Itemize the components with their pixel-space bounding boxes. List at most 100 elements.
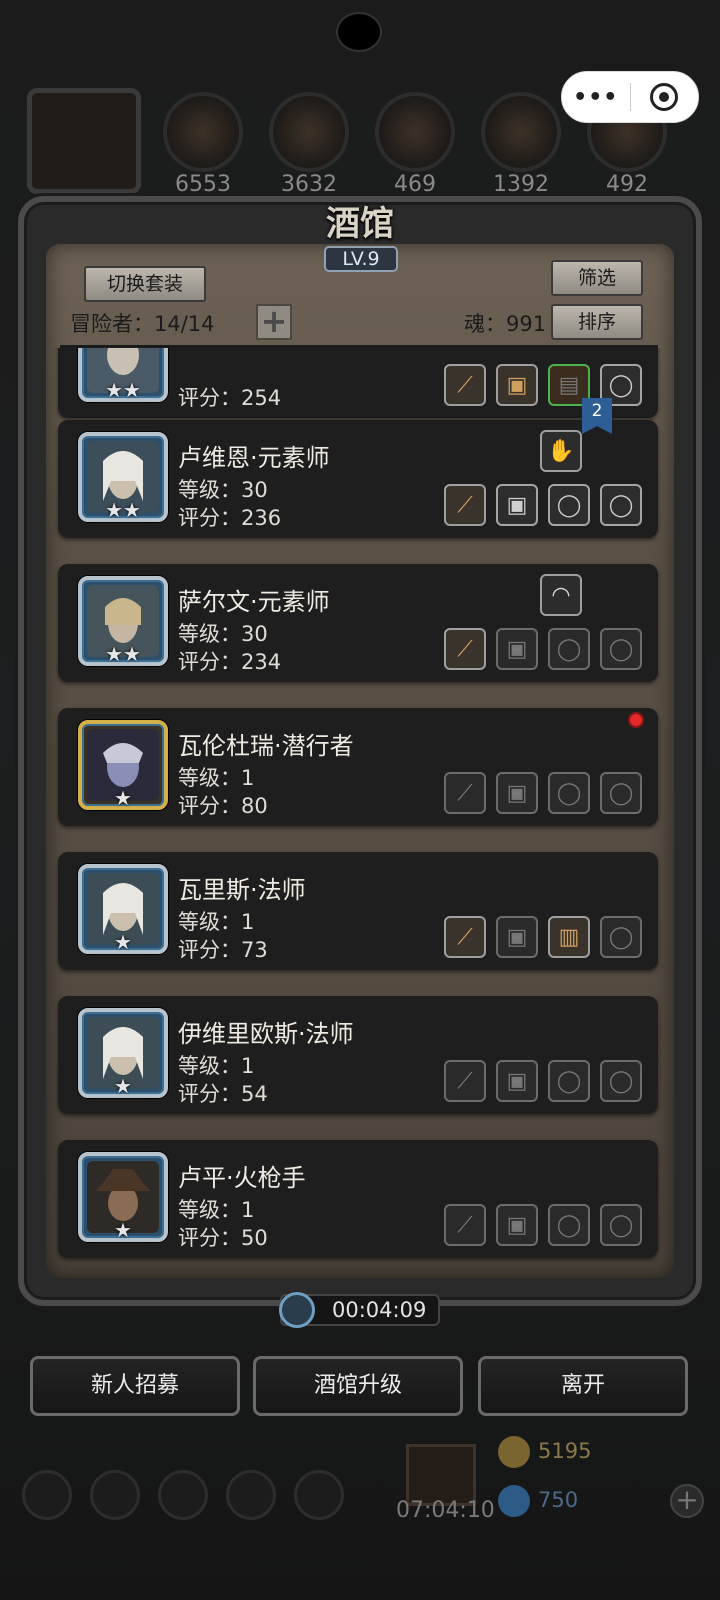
hero-level: 等级：1 xyxy=(178,766,255,790)
hero-portrait: ★ xyxy=(78,864,168,954)
hero-portrait: ★ xyxy=(78,1008,168,1098)
adventurer-count: 冒险者：14/14 xyxy=(70,312,215,336)
armor-icon[interactable]: ▣ xyxy=(496,364,538,406)
hero-name: 伊维里欧斯·法师 xyxy=(178,1020,354,1048)
empty-ring-slot[interactable]: ◯ xyxy=(600,916,642,958)
ring-icon[interactable]: ◯ xyxy=(600,484,642,526)
iron-resource-icon xyxy=(375,92,455,172)
equipment-slots: ⟋ ▣ ◯ ◯ xyxy=(444,772,642,814)
chest-icon[interactable]: ▥ xyxy=(548,916,590,958)
equipment-slots: ⟋ ▣ ◯ ◯ xyxy=(444,1060,642,1102)
anvil-count: 492 xyxy=(606,172,648,197)
armor-icon[interactable]: ▣ xyxy=(496,484,538,526)
miniprogram-capsule: ••• xyxy=(561,71,699,123)
sort-button[interactable]: 排序 xyxy=(551,304,643,340)
empty-ring-slot[interactable]: ◯ xyxy=(548,1204,590,1246)
mail-icon[interactable] xyxy=(226,1470,276,1520)
close-miniprogram-button[interactable] xyxy=(631,83,699,111)
hero-card[interactable]: ★ 瓦伦杜瑞·潜行者 等级：1 评分：80 ⟋ ▣ ◯ ◯ xyxy=(58,708,658,826)
empty-armor-slot[interactable]: ▣ xyxy=(496,1060,538,1102)
tavern-level-badge: LV.9 xyxy=(324,246,398,272)
equipment-slots: ⟋ ▣ ◯ ◯ xyxy=(444,628,642,670)
add-currency-button[interactable]: + xyxy=(670,1484,704,1518)
hood-icon[interactable]: ◠ xyxy=(540,574,582,616)
meat-resource-icon xyxy=(163,92,243,172)
empty-ring-slot[interactable]: ◯ xyxy=(600,1060,642,1102)
hero-level: 等级：30 xyxy=(178,622,268,646)
hero-card[interactable]: ★ 伊维里欧斯·法师 等级：1 评分：54 ⟋ ▣ ◯ ◯ xyxy=(58,996,658,1114)
gold-amount: 5195 xyxy=(538,1439,592,1463)
empty-ring-slot[interactable]: ◯ xyxy=(600,772,642,814)
empty-weapon-slot[interactable]: ⟋ xyxy=(444,1204,486,1246)
hero-level: 等级：30 xyxy=(178,478,268,502)
crystal-resource-icon xyxy=(481,92,561,172)
hero-name: 瓦伦杜瑞·潜行者 xyxy=(178,732,354,760)
hero-card[interactable]: ★★ 卢维恩·元素师 等级：30 评分：236 ✋ ⟋ ▣ ◯ ◯ xyxy=(58,420,658,538)
empty-ring-slot[interactable]: ◯ xyxy=(600,628,642,670)
gold-balance: 5195 xyxy=(498,1436,591,1468)
leave-button[interactable]: 离开 xyxy=(478,1356,688,1416)
staff-icon[interactable]: ⟋ xyxy=(444,364,486,406)
hero-level: 等级：1 xyxy=(178,910,255,934)
hero-name: 卢平·火枪手 xyxy=(178,1164,306,1192)
hero-card[interactable]: ★★ 评分：254 ⟋ ▣ ▤ ◯ xyxy=(58,348,658,418)
add-adventurer-button[interactable]: + xyxy=(256,304,292,340)
empty-weapon-slot[interactable]: ⟋ xyxy=(444,1060,486,1102)
switch-set-button[interactable]: 切换套装 xyxy=(84,266,206,302)
hero-portrait: ★★ xyxy=(78,432,168,522)
empty-ring-slot[interactable]: ◯ xyxy=(600,1204,642,1246)
tower-icon[interactable] xyxy=(158,1470,208,1520)
hero-level: 等级：1 xyxy=(178,1054,255,1078)
equipment-slots: ⟋ ▣ ◯ ◯ xyxy=(444,484,642,526)
ring-icon[interactable]: ◯ xyxy=(548,484,590,526)
staff-icon[interactable]: ⟋ xyxy=(444,484,486,526)
guild-icon[interactable] xyxy=(90,1470,140,1520)
target-icon xyxy=(650,83,679,111)
more-menu-button[interactable]: ••• xyxy=(562,85,630,110)
gift-icon[interactable] xyxy=(406,1444,476,1506)
empty-armor-slot[interactable]: ▣ xyxy=(496,628,538,670)
empty-ring-slot[interactable]: ◯ xyxy=(548,1060,590,1102)
hero-score: 评分：50 xyxy=(178,1226,268,1250)
empty-armor-slot[interactable]: ▣ xyxy=(496,772,538,814)
empty-ring-slot[interactable]: ◯ xyxy=(548,772,590,814)
hero-card[interactable]: ★ 瓦里斯·法师 等级：1 评分：73 ⟋ ▣ ▥ ◯ xyxy=(58,852,658,970)
recruit-button[interactable]: 新人招募 xyxy=(30,1356,240,1416)
empty-armor-slot[interactable]: ▣ xyxy=(496,916,538,958)
hero-name: 瓦里斯·法师 xyxy=(178,876,306,904)
hero-name: 卢维恩·元素师 xyxy=(178,444,330,472)
star-rating: ★★ xyxy=(105,642,141,666)
hero-level: 等级：1 xyxy=(178,1198,255,1222)
hero-score: 评分：80 xyxy=(178,794,268,818)
star-rating: ★ xyxy=(114,1218,132,1242)
hero-card[interactable]: ★ 卢平·火枪手 等级：1 评分：50 ⟋ ▣ ◯ ◯ xyxy=(58,1140,658,1258)
wood-resource-icon xyxy=(269,92,349,172)
star-rating: ★★ xyxy=(105,378,141,402)
empty-armor-slot[interactable]: ▣ xyxy=(496,1204,538,1246)
staff-icon[interactable]: ⟋ xyxy=(444,628,486,670)
clock-icon xyxy=(279,1292,315,1328)
map-icon[interactable] xyxy=(294,1470,344,1520)
notification-dot xyxy=(628,712,644,728)
hero-card[interactable]: ★★ 萨尔文·元素师 等级：30 评分：234 ◠ ⟋ ▣ ◯ ◯ xyxy=(58,564,658,682)
glove-icon[interactable]: ✋ xyxy=(540,430,582,472)
star-rating: ★★ xyxy=(105,498,141,522)
filter-button[interactable]: 筛选 xyxy=(551,260,643,296)
hero-avatar-slot[interactable] xyxy=(27,88,141,194)
hero-score: 评分：236 xyxy=(178,506,282,530)
hero-portrait: ★ xyxy=(78,720,168,810)
hero-score: 评分：73 xyxy=(178,938,268,962)
upgrade-tavern-button[interactable]: 酒馆升级 xyxy=(253,1356,463,1416)
hero-list[interactable]: ★★ 评分：254 ⟋ ▣ ▤ ◯ ★★ 卢维恩·元素师 等级：30 评分：23… xyxy=(46,348,674,1278)
staff-icon[interactable]: ⟋ xyxy=(444,916,486,958)
gem-amount: 750 xyxy=(538,1488,579,1512)
empty-ring-slot[interactable]: ◯ xyxy=(548,628,590,670)
gem-icon xyxy=(498,1485,530,1517)
settings-icon[interactable] xyxy=(22,1470,72,1520)
equipment-slots: ⟋ ▣ ▥ ◯ xyxy=(444,916,642,958)
hero-portrait: ★★ xyxy=(78,576,168,666)
empty-weapon-slot[interactable]: ⟋ xyxy=(444,772,486,814)
gem-balance: 750 xyxy=(498,1485,578,1517)
hero-portrait: ★ xyxy=(78,1152,168,1242)
meat-count: 6553 xyxy=(175,172,231,197)
